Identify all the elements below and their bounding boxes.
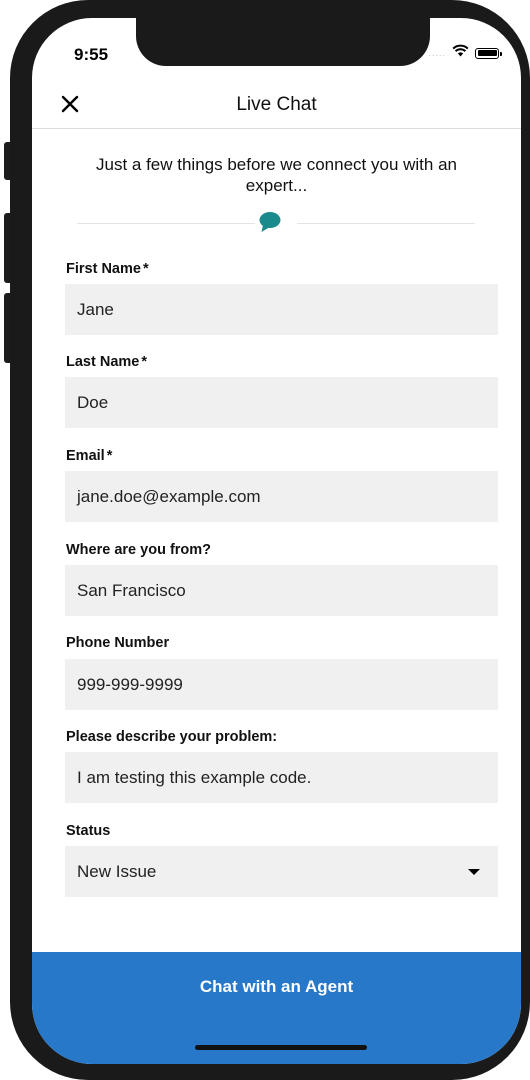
- chat-bubble-icon: [258, 211, 282, 238]
- last-name-label: Last Name *: [66, 354, 147, 370]
- first-name-value: Jane: [77, 299, 114, 319]
- last-name-input[interactable]: Doe: [65, 377, 498, 428]
- status-icons: .....: [428, 44, 502, 62]
- wifi-icon: [452, 44, 469, 62]
- email-label-text: Email: [66, 448, 105, 464]
- problem-label-text: Please describe your problem:: [66, 729, 278, 745]
- first-name-input[interactable]: Jane: [65, 284, 498, 335]
- home-indicator[interactable]: [195, 1045, 367, 1050]
- chat-with-agent-label: Chat with an Agent: [199, 977, 354, 996]
- divider-right: [297, 223, 475, 224]
- signal-dots-icon: .....: [428, 48, 446, 58]
- status-select[interactable]: New Issue: [65, 846, 498, 897]
- location-label-text: Where are you from?: [66, 542, 212, 558]
- problem-label: Please describe your problem:: [66, 729, 277, 745]
- chevron-down-icon: [468, 869, 480, 875]
- location-label: Where are you from?: [66, 542, 211, 558]
- location-value: San Francisco: [77, 580, 186, 600]
- phone-input[interactable]: 999-999-9999: [65, 659, 498, 710]
- first-name-label-text: First Name: [66, 261, 141, 277]
- status-value: New Issue: [77, 861, 157, 881]
- phone-label: Phone Number: [66, 635, 169, 651]
- divider-left: [77, 223, 255, 224]
- phone-frame: 9:55 ..... Live Chat Just a few things b…: [10, 0, 530, 1080]
- email-label: Email *: [66, 448, 112, 464]
- problem-input[interactable]: I am testing this example code.: [65, 752, 498, 803]
- status-time: 9:55: [74, 45, 109, 64]
- screen: 9:55 ..... Live Chat Just a few things b…: [32, 18, 521, 1064]
- required-mark: *: [142, 261, 149, 277]
- required-mark: *: [141, 354, 147, 370]
- nav-bar: Live Chat: [32, 84, 521, 129]
- intro-text: Just a few things before we connect you …: [96, 155, 457, 195]
- first-name-label: First Name *: [66, 261, 149, 277]
- location-input[interactable]: San Francisco: [65, 565, 498, 616]
- page-title: Live Chat: [236, 94, 317, 115]
- battery-icon: [475, 47, 502, 59]
- notch: [136, 18, 430, 66]
- required-mark: *: [106, 448, 113, 464]
- email-value: jane.doe@example.com: [77, 486, 261, 506]
- last-name-value: Doe: [77, 392, 109, 412]
- problem-value: I am testing this example code.: [77, 767, 312, 787]
- phone-value: 999-999-9999: [77, 674, 183, 694]
- last-name-label-text: Last Name: [66, 354, 140, 370]
- status-label: Status: [66, 823, 110, 839]
- email-input[interactable]: jane.doe@example.com: [65, 471, 498, 522]
- phone-label-text: Phone Number: [66, 635, 170, 651]
- status-label-text: Status: [66, 823, 111, 839]
